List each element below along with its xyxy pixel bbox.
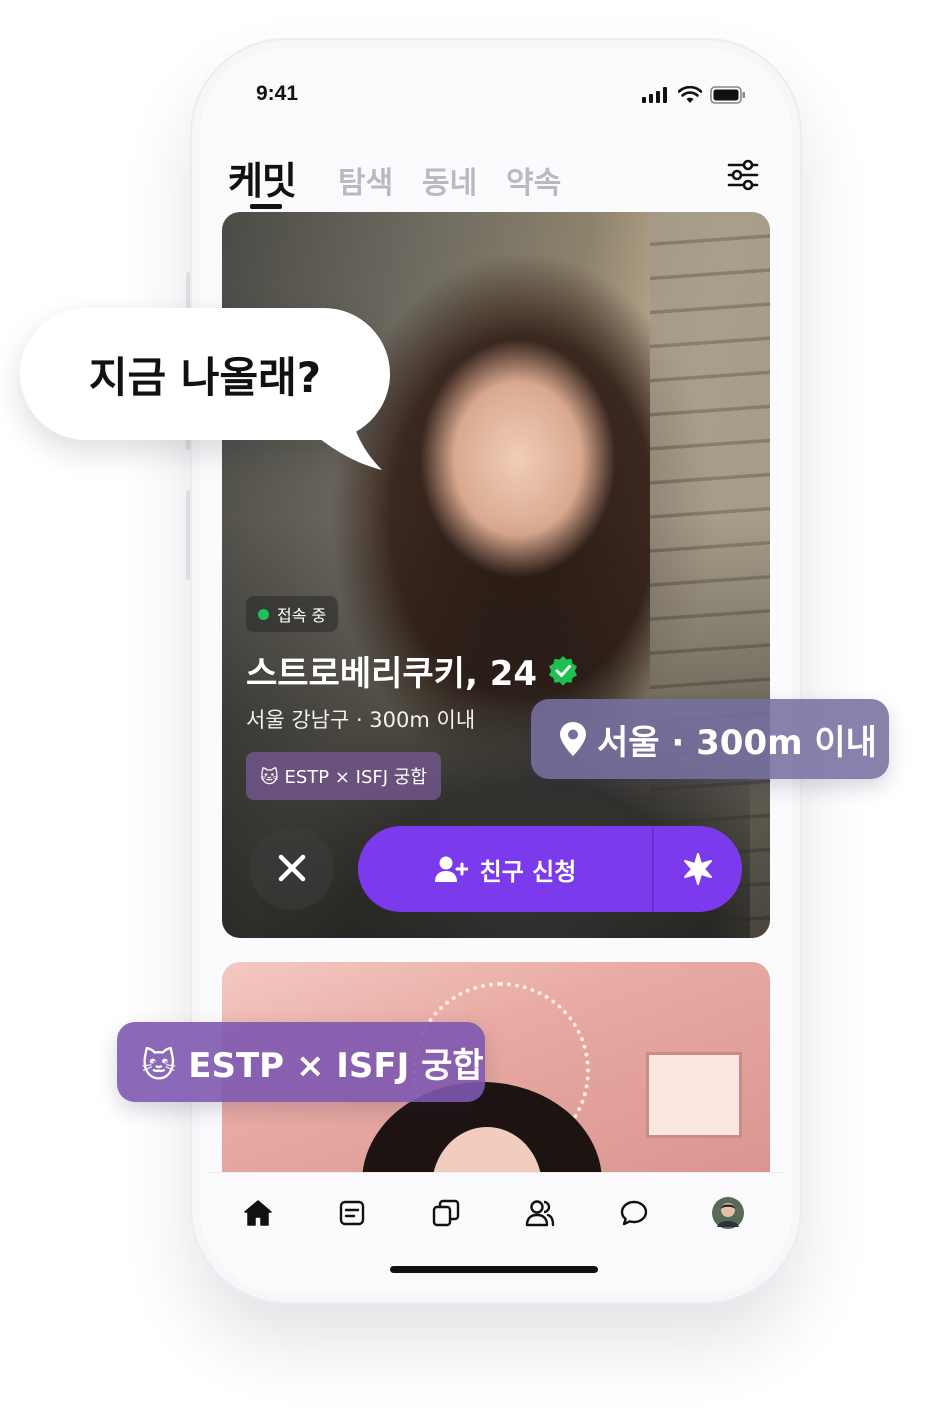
home-indicator	[390, 1266, 598, 1273]
feed-icon	[339, 1200, 365, 1226]
friends-icon	[525, 1200, 555, 1227]
mbti-chip-label: 🐱 ESTP × ISFJ 궁합	[260, 767, 427, 788]
status-bar: 9:41	[206, 82, 786, 112]
location-pill-label: 서울 · 300m 이내	[597, 722, 877, 763]
filter-icon[interactable]	[726, 158, 760, 192]
tab-cards[interactable]	[430, 1197, 462, 1229]
battery-icon	[710, 86, 745, 104]
bottom-tab-bar	[206, 1172, 786, 1253]
tab-explore[interactable]: 탐색	[338, 158, 393, 202]
tab-profile[interactable]	[712, 1197, 744, 1229]
next-profile-photo-window	[646, 1052, 742, 1138]
top-navigation: 케밋 탐색 동네 약속	[228, 150, 764, 210]
status-time: 9:41	[256, 82, 299, 105]
location-pin-icon	[560, 722, 586, 756]
active-tab-indicator	[250, 204, 282, 209]
friend-request-button[interactable]: 친구 신청	[358, 826, 652, 912]
tab-neighborhood[interactable]: 동네	[422, 158, 477, 202]
online-status-badge: 접속 중	[246, 596, 339, 632]
tab-friends[interactable]	[524, 1197, 556, 1229]
mbti-compatibility-pill: 🐱 ESTP × ISFJ 궁합	[117, 1022, 485, 1102]
verified-badge-icon	[549, 655, 578, 686]
mbti-compatibility-chip: 🐱 ESTP × ISFJ 궁합	[246, 752, 441, 800]
location-distance-pill: 서울 · 300m 이내	[531, 699, 889, 779]
friend-request-button-group: 친구 신청	[358, 826, 742, 912]
online-status-label: 접속 중	[277, 606, 327, 625]
tab-chat[interactable]	[618, 1197, 650, 1229]
sparkle-icon	[684, 853, 712, 885]
add-friend-icon	[434, 856, 468, 882]
chat-icon	[620, 1200, 648, 1226]
profile-name-age: 스트로베리쿠키, 24	[246, 654, 538, 694]
close-icon	[278, 854, 306, 882]
home-icon	[244, 1200, 272, 1226]
super-like-button[interactable]	[654, 852, 742, 886]
wifi-icon	[678, 86, 702, 103]
cellular-signal-icon	[642, 87, 667, 103]
cards-icon	[432, 1199, 460, 1227]
profile-name-row: 스트로베리쿠키, 24	[246, 646, 579, 695]
speech-bubble-text: 지금 나올래?	[88, 352, 322, 402]
profile-avatar	[712, 1197, 744, 1229]
friend-request-label: 친구 신청	[479, 857, 577, 886]
tab-feed[interactable]	[336, 1197, 368, 1229]
speech-bubble-tail	[300, 400, 382, 470]
app-screen: 9:41 케밋 탐색 동네 약속 접속 중 스트로베리쿠키, 24 서울 강남구…	[206, 54, 786, 1288]
pass-button[interactable]	[250, 826, 334, 910]
tab-appointment[interactable]: 약속	[506, 158, 561, 202]
mbti-pill-label: 🐱 ESTP × ISFJ 궁합	[141, 1045, 484, 1086]
tab-home[interactable]	[242, 1197, 274, 1229]
profile-location: 서울 강남구 · 300m 이내	[246, 708, 476, 732]
phone-frame: 9:41 케밋 탐색 동네 약속 접속 중 스트로베리쿠키, 24 서울 강남구…	[190, 38, 802, 1304]
brand-logo[interactable]: 케밋	[228, 150, 297, 205]
online-dot-icon	[258, 608, 269, 620]
